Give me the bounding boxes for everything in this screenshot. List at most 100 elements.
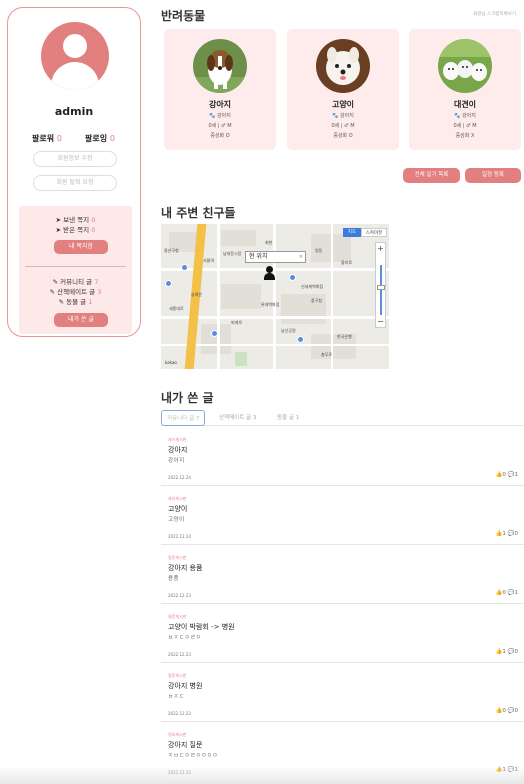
comment-icon: 💬: [507, 649, 515, 655]
post-date: 2022.12.24: [168, 475, 191, 480]
map-label: 회현: [265, 240, 273, 245]
pencil-icon: ✎: [52, 278, 59, 286]
bottom-fade: [0, 766, 524, 784]
post-tabs: 커뮤니티 글 7 산책메이트 글 3 동물 글 1: [161, 409, 524, 426]
pets-title: 반려동물: [161, 9, 206, 23]
post-title: 강아지 질문: [168, 741, 203, 749]
map-type-skyview[interactable]: 스카이뷰: [361, 228, 387, 237]
pencil-icon: ✎: [49, 288, 56, 296]
pet-card[interactable]: 대견이 🐾 강아지 0세 | ♂ M 중성화 X: [409, 29, 521, 150]
tab-walkmate[interactable]: 산책메이트 글 3: [219, 410, 256, 426]
post-stats: 👍0 💬0: [495, 708, 518, 714]
comment-icon: 💬: [507, 590, 515, 596]
pet-breed: 🐾 강아지: [209, 113, 231, 119]
map-label: 숭례문: [191, 292, 203, 297]
post-category: 질문게시판: [168, 614, 187, 619]
map-pin[interactable]: [211, 330, 218, 337]
received-messages[interactable]: ➤ 받은 쪽지 0: [19, 224, 132, 234]
paw-icon: 🐾: [454, 113, 461, 119]
post-body: ㅂㅈㄷ: [168, 694, 185, 700]
pet-breed: 🐾 강아지: [332, 113, 354, 119]
post-body: 용품: [168, 576, 180, 582]
post-date: 2022.12.23: [168, 593, 191, 598]
paw-icon: 🐾: [332, 113, 339, 119]
add-schedule-button[interactable]: 일정 등록: [465, 168, 521, 183]
zoom-slider[interactable]: [380, 265, 382, 315]
post-item[interactable]: 질문게시판 강아지 병원 ㅂㅈㄷ 2022.12.23 👍0 💬0: [161, 664, 524, 722]
pet-age-gender: 0세 | ♂ M: [331, 123, 355, 129]
post-category: 질문게시판: [168, 555, 187, 560]
pencil-icon: ✎: [58, 298, 65, 306]
pet-neutered: 중성화 O: [333, 133, 353, 139]
pet-photo-beagle: [193, 39, 247, 93]
post-category: 정보게시판: [168, 732, 187, 737]
nearby-map[interactable]: 용산구청 서울역 남대문시장 숭례문 명동 회현 을지로 중구청 신세계백화점 …: [161, 224, 389, 369]
map-label: 충무로: [321, 352, 333, 357]
tab-album[interactable]: 동물 글 1: [277, 410, 299, 426]
my-posts-button[interactable]: 내가 쓴 글: [54, 313, 108, 327]
followers-link[interactable]: 팔로워 0: [32, 133, 62, 144]
map-type-map[interactable]: 지도: [343, 228, 361, 237]
zoom-in-button[interactable]: +: [376, 244, 385, 254]
map-label: 세종대로: [169, 306, 184, 311]
posts-title: 내가 쓴 글: [161, 391, 214, 405]
zoom-control[interactable]: + −: [375, 242, 386, 328]
diary-list-button[interactable]: 전체 일기 목록: [403, 168, 460, 183]
activity-box: ➤ 보낸 쪽지 0 ➤ 받은 쪽지 0 내 쪽지함 ✎ 커뮤니티 글 7 ✎ 산…: [19, 206, 132, 334]
post-stats: 👍0 💬1: [495, 590, 518, 596]
current-location-label: 현 위치 ×: [245, 251, 306, 263]
map-label: 한국은행: [337, 334, 352, 339]
pet-name: 강아지: [208, 100, 232, 109]
pet-name: 고양이: [331, 100, 355, 109]
post-stats: 👍1 💬0: [495, 649, 518, 655]
walkmate-posts-count[interactable]: ✎ 산책메이트 글 3: [19, 286, 132, 296]
post-title: 강아지 병원: [168, 682, 203, 690]
post-category: 질문게시판: [168, 673, 187, 678]
post-item[interactable]: 질문게시판 고양이 박람회 -> 병원 ㅂㅈㄷㅇㄹㅇ 2022.12.23 👍1…: [161, 605, 524, 663]
map-label: 명동: [315, 248, 323, 253]
divider: [25, 266, 126, 267]
avatar: [41, 22, 109, 90]
pet-card[interactable]: 강아지 🐾 강아지 0세 | ♂ M 중성화 O: [164, 29, 276, 150]
profile-card: admin 팔로워 0 팔로잉 0 회원정보 수정 회원 탈퇴 요청 ➤ 보낸 …: [7, 7, 141, 337]
map-attribution: kakao: [165, 360, 177, 365]
send-icon: ➤: [55, 226, 62, 234]
map-label: 퇴계로: [231, 320, 243, 325]
post-date: 2022.12.24: [168, 534, 191, 539]
map-label: 남대문시장: [223, 251, 242, 256]
my-messages-button[interactable]: 내 쪽지함: [54, 240, 108, 254]
post-stats: 👍0 💬1: [495, 472, 518, 478]
pet-breed: 🐾 강아지: [454, 113, 476, 119]
post-body: 강아지: [168, 458, 185, 464]
map-label: 중구청: [311, 298, 323, 303]
map-pin[interactable]: [181, 264, 188, 271]
map-pin[interactable]: [165, 280, 172, 287]
following-link[interactable]: 팔로잉 0: [85, 133, 115, 144]
post-title: 강아지: [168, 446, 188, 454]
post-stats: 👍1 💬0: [495, 531, 518, 537]
pet-card[interactable]: 고양이 🐾 강아지 0세 | ♂ M 중성화 O: [287, 29, 399, 150]
delete-account-button[interactable]: 회원 탈퇴 요청: [33, 175, 117, 191]
comment-icon: 💬: [507, 472, 515, 478]
post-title: 고양이 박람회 -> 병원: [168, 623, 235, 631]
post-date: 2022.12.23: [168, 652, 191, 657]
album-posts-count[interactable]: ✎ 동물 글 1: [19, 296, 132, 306]
edit-profile-button[interactable]: 회원정보 수정: [33, 151, 117, 167]
post-body: ㅈㅂㄷㅇㄹㅇㅇㅇㅇ: [168, 753, 219, 759]
post-item[interactable]: 질문게시판 강아지 용품 용품 2022.12.23 👍0 💬1: [161, 546, 524, 604]
post-body: 고양이: [168, 517, 185, 523]
send-icon: ➤: [55, 216, 62, 224]
map-pin[interactable]: [297, 336, 304, 343]
pet-photo-puppies: [438, 39, 492, 93]
scrap-list-link[interactable]: 회원님 스크랩목록보기: [473, 11, 516, 17]
zoom-out-button[interactable]: −: [376, 317, 385, 327]
map-label: 용산구청: [164, 248, 179, 253]
community-posts-count[interactable]: ✎ 커뮤니티 글 7: [19, 276, 132, 286]
post-item[interactable]: 자유게시판 강아지 강아지 2022.12.24 👍0 💬1: [161, 428, 524, 486]
pet-neutered: 중성화 X: [455, 133, 475, 139]
sent-messages[interactable]: ➤ 보낸 쪽지 0: [19, 214, 132, 224]
zoom-slider-handle[interactable]: [377, 285, 385, 290]
tab-community[interactable]: 커뮤니티 글 7: [161, 410, 206, 426]
map-pin[interactable]: [289, 274, 296, 281]
post-item[interactable]: 자유게시판 고양이 고양이 2022.12.24 👍1 💬0: [161, 487, 524, 545]
